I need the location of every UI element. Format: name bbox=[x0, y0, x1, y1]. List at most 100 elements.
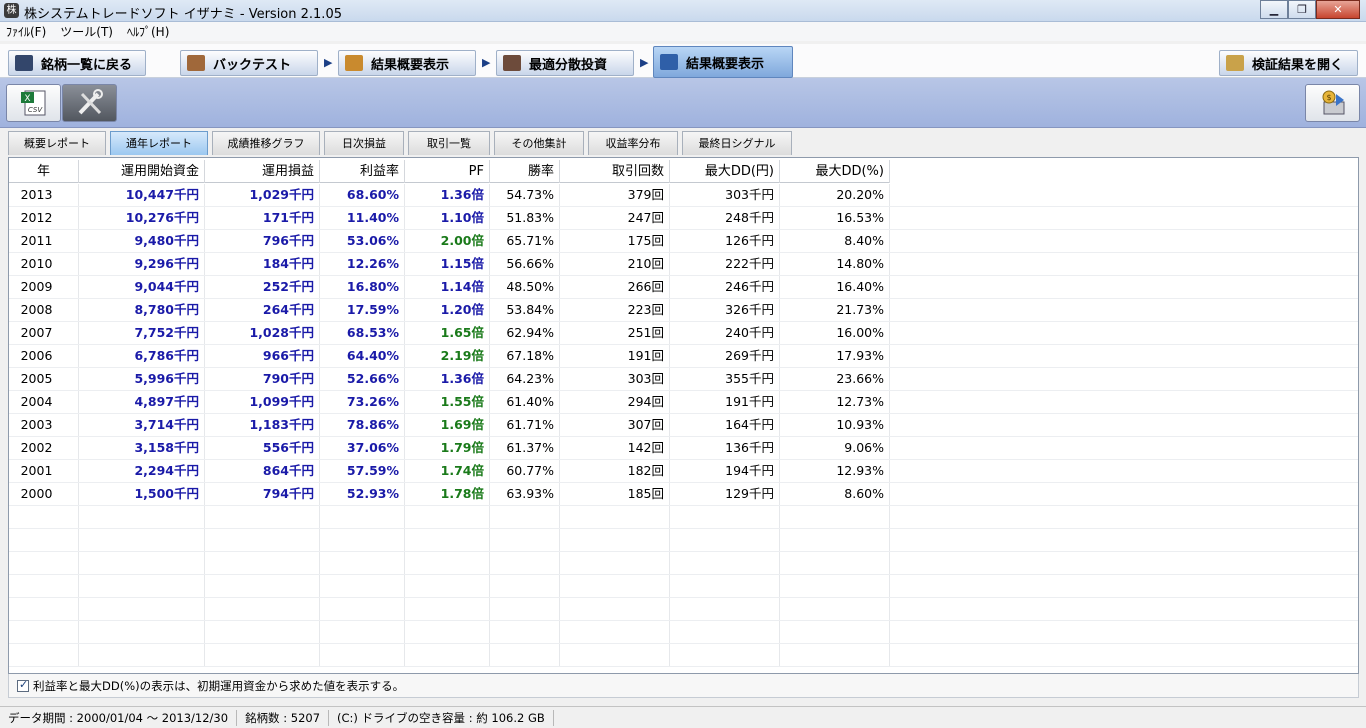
header-win-rate[interactable]: 勝率 bbox=[490, 160, 560, 183]
table-row[interactable]: 2003 3,714千円 1,183千円 78.86% 1.69倍 61.71% 307回 1… bbox=[9, 414, 1358, 437]
table-cell: 246千円 bbox=[670, 276, 780, 298]
table-cell: 10,447千円 bbox=[79, 184, 205, 206]
table-cell: 2008 bbox=[9, 299, 79, 321]
table-row[interactable]: 2004 4,897千円 1,099千円 73.26% 1.55倍 61.40% 294回 1… bbox=[9, 391, 1358, 414]
money-export-button[interactable]: $ bbox=[1305, 84, 1360, 122]
tab-trade-list[interactable]: 取引一覧 bbox=[408, 131, 490, 155]
table-filler-cell bbox=[890, 529, 1358, 551]
menu-tools[interactable]: ツール(T) bbox=[60, 23, 113, 40]
table-cell: 185回 bbox=[560, 483, 670, 505]
table-cell: 9,296千円 bbox=[79, 253, 205, 275]
table-cell: 1,183千円 bbox=[205, 414, 320, 436]
table-cell: 556千円 bbox=[205, 437, 320, 459]
header-return-rate[interactable]: 利益率 bbox=[320, 160, 405, 183]
table-row[interactable]: 2006 6,786千円 966千円 64.40% 2.19倍 67.18% 191回 269… bbox=[9, 345, 1358, 368]
empty-row bbox=[9, 506, 1358, 529]
bag-icon bbox=[187, 55, 205, 71]
status-bar: データ期間 : 2000/01/04 〜 2013/12/30 銘柄数 : 52… bbox=[0, 706, 1366, 728]
result-summary-button-2[interactable]: 結果概要表示 bbox=[653, 46, 793, 78]
header-trade-count[interactable]: 取引回数 bbox=[560, 160, 670, 183]
tab-annual-report[interactable]: 通年レポート bbox=[110, 131, 208, 155]
table-filler-cell bbox=[890, 552, 1358, 574]
csv-export-button[interactable]: X CSV bbox=[6, 84, 61, 122]
table-cell bbox=[405, 506, 490, 528]
table-cell: 56.66% bbox=[490, 253, 560, 275]
table-filler-cell bbox=[890, 253, 1358, 275]
table-filler-cell bbox=[890, 460, 1358, 482]
result-summary-button-1[interactable]: 結果概要表示 bbox=[338, 50, 476, 76]
table-cell: 294回 bbox=[560, 391, 670, 413]
table-row[interactable]: 2005 5,996千円 790千円 52.66% 1.36倍 64.23% 303回 355… bbox=[9, 368, 1358, 391]
empty-row bbox=[9, 529, 1358, 552]
table-cell bbox=[560, 552, 670, 574]
header-pnl[interactable]: 運用損益 bbox=[205, 160, 320, 183]
tab-daily-pnl[interactable]: 日次損益 bbox=[324, 131, 404, 155]
table-cell: 57.59% bbox=[320, 460, 405, 482]
table-row[interactable]: 2001 2,294千円 864千円 57.59% 1.74倍 60.77% 182回 194… bbox=[9, 460, 1358, 483]
table-cell: 790千円 bbox=[205, 368, 320, 390]
table-cell: 191回 bbox=[560, 345, 670, 367]
header-max-dd-pct[interactable]: 最大DD(%) bbox=[780, 160, 890, 183]
table-cell bbox=[780, 529, 890, 551]
table-cell bbox=[490, 644, 560, 666]
table-cell: 171千円 bbox=[205, 207, 320, 229]
tab-summary-report[interactable]: 概要レポート bbox=[8, 131, 106, 155]
menu-help[interactable]: ﾍﾙﾌﾟ(H) bbox=[127, 23, 169, 40]
close-icon[interactable]: ✕ bbox=[1316, 0, 1360, 19]
table-cell: 1.36倍 bbox=[405, 368, 490, 390]
header-max-dd-yen[interactable]: 最大DD(円) bbox=[670, 160, 780, 183]
annual-report-grid[interactable]: 年 運用開始資金 運用損益 利益率 PF 勝率 取引回数 最大DD(円) 最大D… bbox=[8, 157, 1359, 674]
tools-icon bbox=[78, 89, 103, 115]
back-to-stock-list-button[interactable]: 銘柄一覧に戻る bbox=[8, 50, 146, 76]
table-cell: 1.79倍 bbox=[405, 437, 490, 459]
window-title: 株システムトレードソフト イザナミ - Version 2.1.05 bbox=[24, 7, 342, 22]
settings-tools-button[interactable] bbox=[62, 84, 117, 122]
optimal-diversified-investment-button[interactable]: 最適分散投資 bbox=[496, 50, 634, 76]
table-row[interactable]: 2012 10,276千円 171千円 11.40% 1.10倍 51.83% 247回 24… bbox=[9, 207, 1358, 230]
csv-label: CSV bbox=[27, 106, 42, 114]
table-cell: 2002 bbox=[9, 437, 79, 459]
table-row[interactable]: 2013 10,447千円 1,029千円 68.60% 1.36倍 54.73% 379回… bbox=[9, 184, 1358, 207]
maximize-icon[interactable]: ❐ bbox=[1288, 0, 1316, 19]
table-row[interactable]: 2007 7,752千円 1,028千円 68.53% 1.65倍 62.94% 251回 2… bbox=[9, 322, 1358, 345]
table-cell: 164千円 bbox=[670, 414, 780, 436]
table-cell: 51.83% bbox=[490, 207, 560, 229]
menu-file[interactable]: ﾌｧｲﾙ(F) bbox=[6, 23, 46, 40]
tab-return-distribution[interactable]: 収益率分布 bbox=[588, 131, 678, 155]
table-row[interactable]: 2009 9,044千円 252千円 16.80% 1.14倍 48.50% 266回 246… bbox=[9, 276, 1358, 299]
table-cell: 2012 bbox=[9, 207, 79, 229]
tab-performance-graph[interactable]: 成績推移グラフ bbox=[212, 131, 320, 155]
open-results-button[interactable]: 検証結果を開く bbox=[1219, 50, 1358, 76]
tab-last-day-signal[interactable]: 最終日シグナル bbox=[682, 131, 792, 155]
header-year[interactable]: 年 bbox=[9, 160, 79, 183]
table-cell bbox=[670, 529, 780, 551]
tab-other-stats[interactable]: その他集計 bbox=[494, 131, 584, 155]
table-cell: 52.93% bbox=[320, 483, 405, 505]
table-cell bbox=[79, 598, 205, 620]
table-cell: 2000 bbox=[9, 483, 79, 505]
table-cell: 63.93% bbox=[490, 483, 560, 505]
header-start-capital[interactable]: 運用開始資金 bbox=[79, 160, 205, 183]
table-cell: 355千円 bbox=[670, 368, 780, 390]
table-cell: 68.60% bbox=[320, 184, 405, 206]
table-cell: 2011 bbox=[9, 230, 79, 252]
table-cell: 264千円 bbox=[205, 299, 320, 321]
table-row[interactable]: 2000 1,500千円 794千円 52.93% 1.78倍 63.93% 185回 129… bbox=[9, 483, 1358, 506]
table-row[interactable]: 2011 9,480千円 796千円 53.06% 2.00倍 65.71% 175回 126… bbox=[9, 230, 1358, 253]
table-cell bbox=[560, 598, 670, 620]
table-row[interactable]: 2002 3,158千円 556千円 37.06% 1.79倍 61.37% 142回 136… bbox=[9, 437, 1358, 460]
table-row[interactable]: 2010 9,296千円 184千円 12.26% 1.15倍 56.66% 210回 222… bbox=[9, 253, 1358, 276]
table-cell bbox=[780, 598, 890, 620]
window-controls: ▁ ❐ ✕ bbox=[1260, 0, 1360, 19]
table-cell: 2.19倍 bbox=[405, 345, 490, 367]
header-pf[interactable]: PF bbox=[405, 160, 490, 183]
table-cell bbox=[405, 644, 490, 666]
initial-capital-basis-checkbox[interactable] bbox=[17, 678, 29, 692]
table-cell: 307回 bbox=[560, 414, 670, 436]
table-cell: 53.06% bbox=[320, 230, 405, 252]
table-cell bbox=[205, 644, 320, 666]
table-row[interactable]: 2008 8,780千円 264千円 17.59% 1.20倍 53.84% 223回 326… bbox=[9, 299, 1358, 322]
backtest-button[interactable]: バックテスト bbox=[180, 50, 318, 76]
minimize-icon[interactable]: ▁ bbox=[1260, 0, 1288, 19]
table-cell bbox=[670, 506, 780, 528]
